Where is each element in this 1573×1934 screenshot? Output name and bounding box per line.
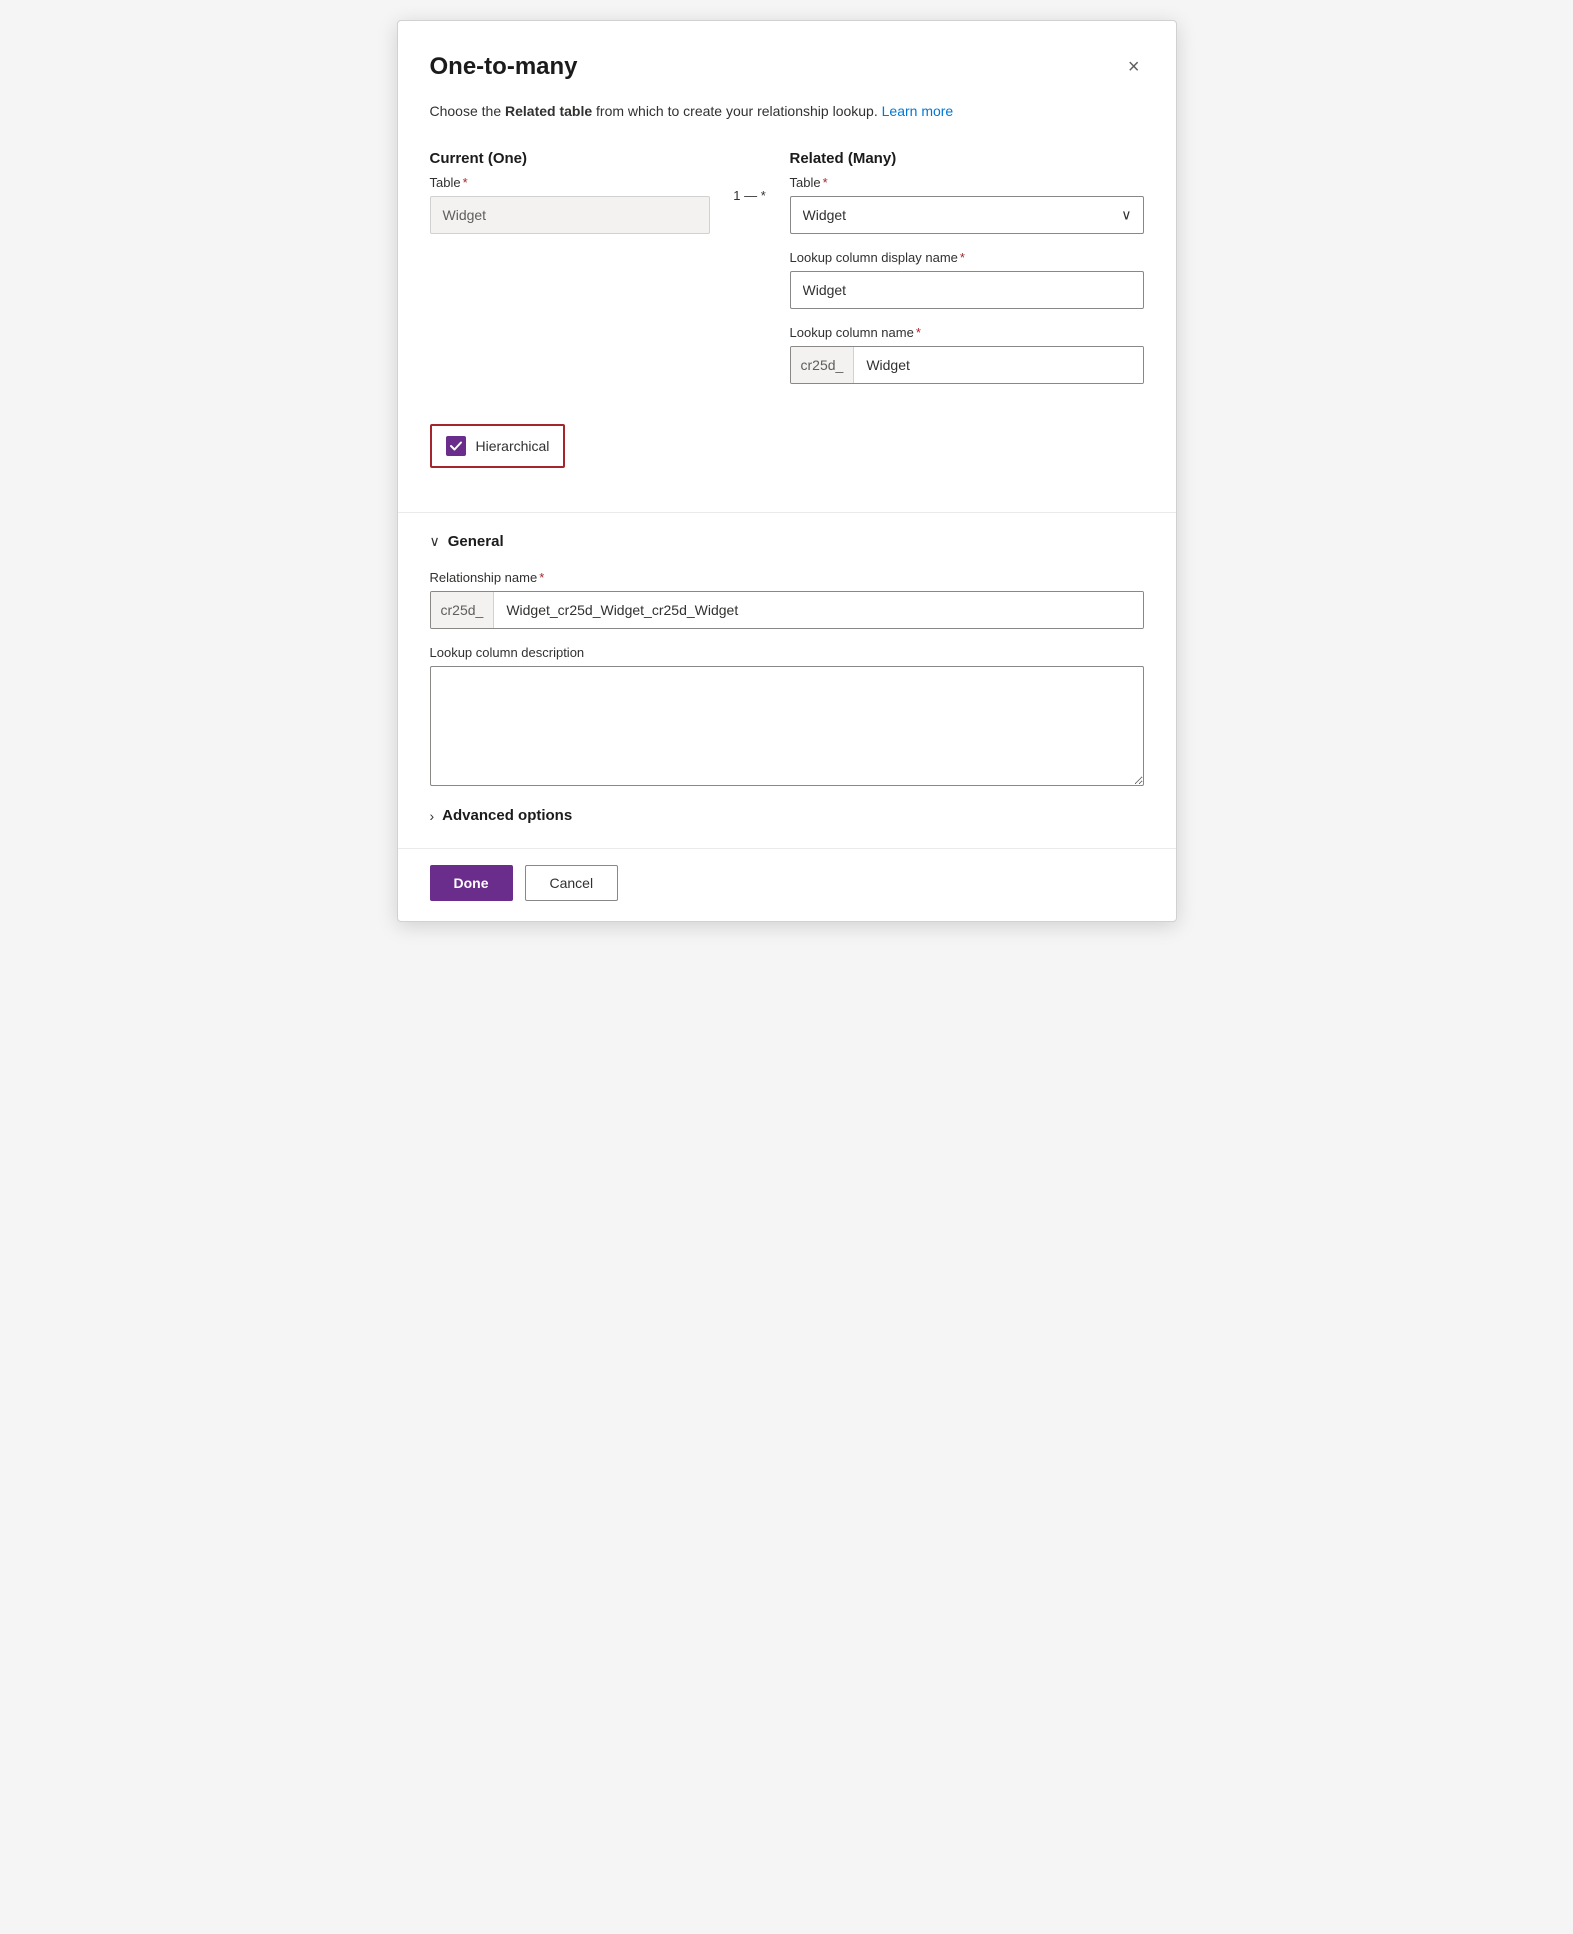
- current-column: Current (One) Table* Widget: [430, 150, 710, 234]
- related-table-select-wrapper: Widget: [790, 196, 1144, 234]
- relationship-columns: Current (One) Table* Widget 1 — * Relate…: [430, 150, 1144, 400]
- description-text-before: Choose the: [430, 103, 506, 119]
- advanced-chevron-icon: ›: [430, 808, 435, 824]
- lookup-description-field: Lookup column description: [430, 645, 1144, 791]
- related-table-select[interactable]: Widget: [790, 196, 1144, 234]
- lookup-name-label: Lookup column name*: [790, 325, 1144, 340]
- current-column-label: Current (One): [430, 150, 710, 167]
- relationship-name-required: *: [539, 570, 544, 585]
- lookup-name-prefix: cr25d_: [791, 347, 855, 383]
- one-to-many-dialog: One-to-many × Choose the Related table f…: [397, 20, 1177, 922]
- related-column-label: Related (Many): [790, 150, 1144, 167]
- hierarchical-checkbox-label[interactable]: Hierarchical: [430, 424, 566, 468]
- lookup-display-input[interactable]: [790, 271, 1144, 309]
- advanced-section-header[interactable]: › Advanced options: [430, 807, 1144, 824]
- lookup-display-required: *: [960, 250, 965, 265]
- relationship-name-input-wrapper: cr25d_: [430, 591, 1144, 629]
- related-table-field: Table* Widget: [790, 175, 1144, 234]
- description-bold: Related table: [505, 103, 592, 119]
- dialog-title: One-to-many: [430, 53, 578, 81]
- advanced-section-label: Advanced options: [442, 807, 572, 824]
- relationship-name-prefix: cr25d_: [431, 592, 495, 628]
- dialog-description: Choose the Related table from which to c…: [430, 101, 1144, 122]
- related-table-label: Table*: [790, 175, 1144, 190]
- relationship-name-field: Relationship name* cr25d_: [430, 570, 1144, 629]
- lookup-name-field: Lookup column name* cr25d_: [790, 325, 1144, 384]
- connector: 1 — *: [710, 150, 790, 203]
- general-chevron-icon: ∨: [430, 533, 440, 550]
- done-button[interactable]: Done: [430, 865, 513, 901]
- general-section-label: General: [448, 533, 504, 550]
- general-section: ∨ General Relationship name* cr25d_ Look…: [430, 533, 1144, 791]
- lookup-display-field: Lookup column display name*: [790, 250, 1144, 309]
- current-table-value: Widget: [430, 196, 710, 234]
- learn-more-link[interactable]: Learn more: [882, 103, 954, 119]
- dialog-header: One-to-many ×: [430, 53, 1144, 81]
- advanced-section: › Advanced options: [430, 807, 1144, 824]
- related-table-required: *: [823, 175, 828, 190]
- lookup-name-input[interactable]: [854, 347, 1142, 383]
- lookup-description-label: Lookup column description: [430, 645, 1144, 660]
- hierarchical-section: Hierarchical: [430, 424, 1144, 488]
- connector-text: 1 — *: [733, 188, 766, 203]
- lookup-description-textarea[interactable]: [430, 666, 1144, 786]
- current-table-label: Table*: [430, 175, 710, 190]
- relationship-name-input[interactable]: [494, 592, 1142, 628]
- current-table-required: *: [463, 175, 468, 190]
- checkmark-icon: [449, 439, 463, 453]
- hierarchical-label: Hierarchical: [476, 438, 550, 454]
- section-divider: [398, 512, 1176, 513]
- hierarchical-checkbox[interactable]: [446, 436, 466, 456]
- lookup-name-required: *: [916, 325, 921, 340]
- general-section-header[interactable]: ∨ General: [430, 533, 1144, 550]
- cancel-button[interactable]: Cancel: [525, 865, 619, 901]
- description-text-after: from which to create your relationship l…: [592, 103, 878, 119]
- lookup-name-input-wrapper: cr25d_: [790, 346, 1144, 384]
- related-column: Related (Many) Table* Widget Lookup colu…: [790, 150, 1144, 400]
- lookup-display-label: Lookup column display name*: [790, 250, 1144, 265]
- dialog-footer: Done Cancel: [430, 849, 1144, 921]
- close-button[interactable]: ×: [1124, 53, 1144, 81]
- relationship-name-label: Relationship name*: [430, 570, 1144, 585]
